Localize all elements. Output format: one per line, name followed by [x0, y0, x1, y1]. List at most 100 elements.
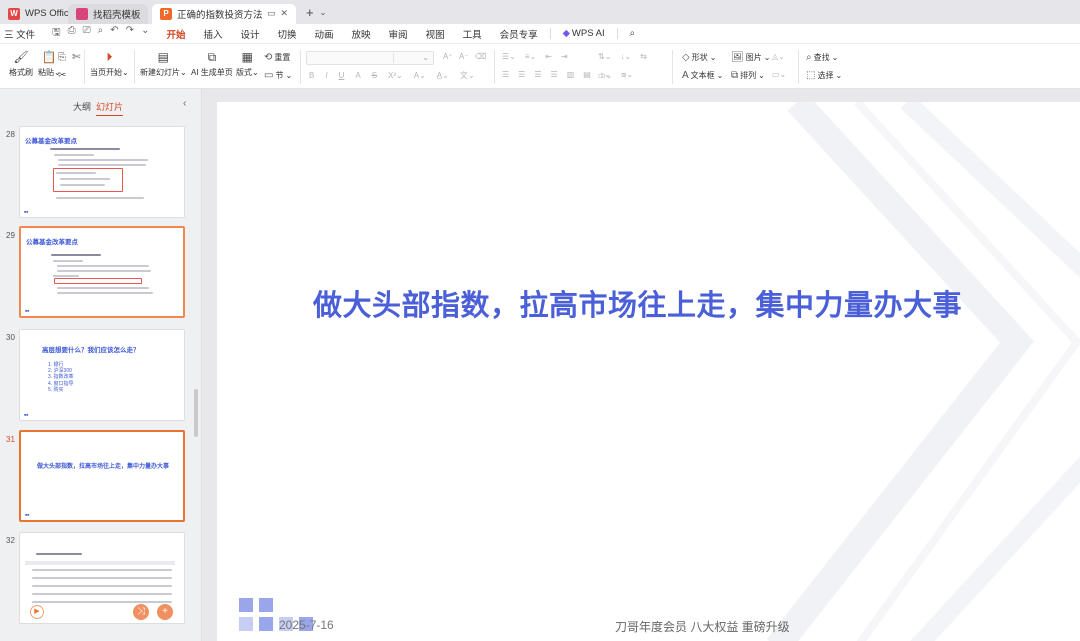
close-icon[interactable]: ✕ [280, 8, 288, 19]
scissors-icon[interactable]: ✄ [72, 52, 80, 63]
select-button[interactable]: ⬚ 选择 ⌄ [806, 70, 842, 81]
monitor-icon[interactable]: ▭ [267, 8, 276, 19]
divider [798, 50, 799, 84]
menu-item-slideshow[interactable]: 放映 [343, 27, 380, 41]
search-icon[interactable]: ⌕ [621, 28, 644, 39]
menu-item-insert[interactable]: 插入 [194, 27, 231, 41]
print-preview-icon[interactable]: ⌕ [98, 25, 104, 42]
format-painter-button[interactable]: 🖌 格式刷 [9, 50, 33, 78]
strikethrough-icon[interactable]: S [372, 71, 377, 80]
layout-button[interactable]: ▦ 版式⌄ [236, 50, 259, 78]
section-button[interactable]: ▭ 节 ⌄ [264, 70, 292, 81]
save-icon[interactable]: 🖫 [52, 25, 61, 42]
tab-outline[interactable]: 大纲 [73, 100, 91, 113]
shape-outline-icon[interactable]: ▭⌄ [772, 70, 786, 79]
play-from-current-button[interactable]: ⏵ 当页开始⌄ [90, 50, 129, 78]
text-direction-icon[interactable]: ⇅⌄ [598, 52, 611, 61]
bold-icon[interactable]: B [309, 71, 314, 80]
current-slide[interactable]: 做大头部指数，拉高市场往上走，集中力量办大事 2025-7-16 刀哥年度会员 … [217, 102, 1080, 641]
switch-icon[interactable]: ⤨ [133, 604, 149, 620]
clear-format-icon[interactable]: ⌫ [475, 52, 486, 61]
slide-thumbnail-28[interactable]: 公募基金改革要点 ■■ [19, 126, 185, 218]
shape-fill-icon[interactable]: ◬⌄ [772, 52, 785, 61]
print-icon[interactable]: ⎚ [83, 25, 91, 42]
divider [616, 28, 618, 39]
slide-number: 32 [6, 536, 15, 545]
distribute-icon[interactable]: ▥ [567, 70, 575, 79]
menu-item-home[interactable]: 开始 [157, 27, 194, 46]
bullet-list-icon[interactable]: ☰⌄ [502, 52, 516, 61]
shape-button[interactable]: ◇ 形状 ⌄ [682, 52, 716, 63]
tab-current-document[interactable]: P 正确的指数投资方法论 刀哥 ▭ ✕ [152, 3, 296, 24]
logo-square [259, 617, 273, 631]
clipboard-icon: 📋 [41, 50, 57, 64]
reset-button[interactable]: ⟲ 重置 [264, 52, 290, 63]
play-slide-icon[interactable]: ▶ [30, 605, 44, 619]
logo-square [259, 598, 273, 612]
align-center-icon[interactable]: ☰ [518, 70, 525, 79]
textbox-icon: A [682, 70, 689, 81]
menu-item-review[interactable]: 审阅 [380, 27, 417, 41]
chevron-down-icon[interactable]: ⌄ [320, 8, 327, 17]
align-left-icon[interactable]: ☰ [502, 70, 509, 79]
textbox-button[interactable]: A 文本框 ⌄ [682, 70, 723, 81]
redo-icon[interactable]: ↷ [126, 25, 134, 42]
find-button[interactable]: ⌕ 查找 ⌄ [806, 52, 838, 63]
ribbon-toolbar: 🖌 格式刷 📋 粘贴⌄ ⎘ ✂ ✄ ⏵ 当页开始⌄ ▤ 新建幻灯片⌄ ⧉ AI … [0, 44, 1080, 89]
thumbnail-footer-logo: ■■ [24, 413, 29, 417]
menu-item-design[interactable]: 设计 [231, 27, 268, 41]
new-tab-button[interactable]: + [306, 5, 314, 20]
tab-docer-templates[interactable]: 找稻壳模板 [68, 3, 148, 24]
menu-item-tools[interactable]: 工具 [454, 27, 491, 41]
decrease-indent-icon[interactable]: ⇤ [545, 52, 552, 61]
columns-icon[interactable]: ▤ [583, 70, 591, 79]
undo-icon[interactable]: ↶ [110, 25, 118, 42]
highlight-icon[interactable]: A̲⌄ [437, 71, 449, 80]
shadow-icon[interactable]: A [355, 71, 360, 80]
slide-thumbnail-31[interactable]: 做大头部指数，拉高市场往上走，集中力量办大事 ■■ [19, 430, 185, 522]
divider [672, 50, 673, 84]
tab-wps-office[interactable]: W WPS Office [0, 4, 74, 24]
font-family-select[interactable]: ⌄ [306, 51, 434, 65]
superscript-icon[interactable]: X²⌄ [388, 71, 403, 80]
increase-indent-icon[interactable]: ⇥ [561, 52, 568, 61]
sort-icon[interactable]: ↓⌄ [620, 52, 631, 61]
panel-scrollbar[interactable] [194, 389, 198, 437]
ai-page-icon: ⧉ [207, 50, 217, 64]
menu-item-member[interactable]: 会员专享 [491, 27, 547, 41]
export-icon[interactable]: ⎙ [68, 25, 76, 42]
convert-icon[interactable]: ⇆ [640, 52, 647, 61]
new-slide-button[interactable]: ▤ 新建幻灯片⌄ [140, 50, 187, 78]
add-slide-icon[interactable]: + [157, 604, 173, 620]
slide-footer-slogan: 刀哥年度会员 八大权益 重磅升级 [615, 620, 790, 634]
menu-item-transition[interactable]: 切换 [269, 27, 306, 41]
brush-icon: 🖌 [13, 50, 29, 64]
ai-single-page-button[interactable]: ⧉ AI 生成单页 [191, 50, 233, 78]
menu-item-view[interactable]: 视图 [417, 27, 454, 41]
numbered-list-icon[interactable]: ≡⌄ [525, 52, 536, 61]
align-right-icon[interactable]: ☰ [534, 70, 541, 79]
slide-thumbnail-30[interactable]: 高层想要什么？我们应该怎么走？ 1. 银行 2. 沪深300 3. 指数改革 4… [19, 329, 185, 421]
copy-icon[interactable]: ⎘ [58, 52, 66, 63]
divider [393, 53, 394, 63]
picture-button[interactable]: 🖼 图片 ⌄ [731, 52, 770, 63]
file-menu[interactable]: 三 文件 [0, 27, 44, 41]
vertical-align-icon[interactable]: ▭⌄ [598, 71, 612, 80]
arrange-button[interactable]: ⧉ 排列 ⌄ [731, 70, 765, 81]
font-grow-icon[interactable]: A⁺ [443, 52, 453, 61]
collapse-panel-icon[interactable]: ‹ [183, 98, 186, 109]
cut-icon[interactable]: ✂ [58, 70, 66, 81]
italic-icon[interactable]: I [325, 71, 327, 80]
char-spacing-icon[interactable]: 文⌄ [460, 70, 475, 81]
justify-icon[interactable]: ☰ [551, 70, 558, 79]
menu-item-animation[interactable]: 动画 [306, 27, 343, 41]
more-icon[interactable]: ⌄ [141, 25, 149, 42]
slide-headline[interactable]: 做大头部指数，拉高市场往上走，集中力量办大事 [313, 282, 962, 324]
smartart-icon[interactable]: ⧈⌄ [621, 70, 633, 80]
font-color-icon[interactable]: A⌄ [414, 71, 426, 80]
wps-ai-button[interactable]: ◆ WPS AI [554, 28, 614, 39]
underline-icon[interactable]: U [339, 71, 345, 80]
font-shrink-icon[interactable]: A⁻ [459, 52, 469, 61]
tab-slides[interactable]: 幻灯片 [96, 100, 124, 116]
slide-thumbnail-29[interactable]: 公募基金改革要点 ■■ [19, 226, 185, 318]
